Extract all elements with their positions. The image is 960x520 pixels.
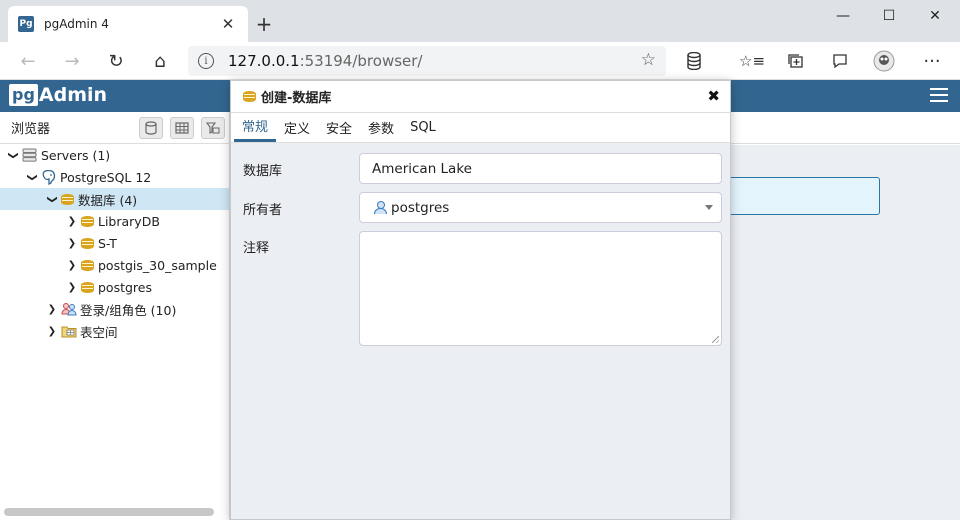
favorites-list-icon[interactable]: ☆≡ [739, 50, 765, 72]
pgadmin-logo: pg Admin [9, 84, 107, 106]
database-name-input[interactable]: American Lake [359, 153, 722, 184]
browser-panel-title: 浏览器 [11, 122, 51, 137]
tab-definition[interactable]: 定义 [276, 112, 318, 142]
owner-row: 所有者 postgres [231, 192, 730, 223]
url-host: 127.0.0.1 [228, 52, 300, 70]
tree-item-label: Servers (1) [41, 147, 111, 163]
chevron-right-icon[interactable]: ❯ [45, 326, 59, 337]
tree-item-label: postgres [98, 279, 152, 295]
owner-label: 所有者 [243, 203, 283, 218]
minimize-icon[interactable]: — [820, 0, 866, 32]
chevron-down-icon[interactable]: ❯ [8, 148, 19, 162]
database-icon [81, 259, 94, 272]
tree-item-label: postgis_30_sample [98, 257, 217, 273]
dialog-tabs: 常规 定义 安全 参数 SQL [231, 113, 730, 143]
tree-item-label: S-T [98, 235, 117, 251]
dialog-close-icon[interactable]: ✖ [707, 87, 720, 105]
horizontal-scrollbar[interactable] [4, 508, 214, 516]
browser-panel: 浏览器 ❯ Servers (1) ❯ PostgreSQL 12 ❯ 数据库 … [0, 112, 230, 520]
chevron-down-icon[interactable]: ❯ [27, 170, 38, 184]
database-name-row: 数据库 American Lake [231, 153, 730, 184]
browser-panel-header: 浏览器 [0, 112, 229, 144]
database-icon [81, 281, 94, 294]
filter-rows-icon[interactable] [201, 117, 225, 139]
database-icon [81, 215, 94, 228]
tab-security[interactable]: 安全 [318, 112, 360, 142]
profile-avatar[interactable] [872, 50, 896, 72]
chevron-right-icon[interactable]: ❯ [65, 260, 79, 271]
comment-textarea[interactable] [359, 231, 722, 346]
url-path: :53194/browser/ [299, 52, 423, 70]
chevron-down-icon[interactable]: ❯ [47, 192, 58, 206]
pgadmin-favicon-icon: Pg [18, 16, 34, 32]
chevron-right-icon[interactable]: ❯ [65, 216, 79, 227]
create-database-dialog: 创建-数据库 ✖ 常规 定义 安全 参数 SQL 数据库 American La… [230, 80, 731, 520]
tree-item-label: PostgreSQL 12 [60, 169, 152, 185]
tree-item-login-roles[interactable]: ❯ 登录/组角色 (10) [0, 298, 229, 320]
feedback-icon[interactable] [828, 50, 852, 72]
dialog-title: 创建-数据库 [261, 91, 332, 106]
login-roles-icon [61, 302, 77, 316]
tree-item-label: 表空间 [80, 324, 118, 340]
owner-value: postgres [391, 199, 450, 216]
tree-item-s-t[interactable]: ❯ S-T [0, 232, 229, 254]
tree-item-label: LibraryDB [98, 213, 160, 229]
tree-item-databases[interactable]: ❯ 数据库 (4) [0, 188, 229, 210]
tree-item-postgis-30-sample[interactable]: ❯ postgis_30_sample [0, 254, 229, 276]
url-field[interactable]: i 127.0.0.1:53194/browser/ ☆ [188, 46, 666, 76]
owner-select[interactable]: postgres [359, 192, 722, 223]
hamburger-menu-icon[interactable] [930, 88, 948, 102]
browser-tab[interactable]: Pg pgAdmin 4 ✕ [8, 6, 248, 42]
tablespaces-icon [61, 324, 77, 338]
resize-grip-icon[interactable] [712, 336, 719, 343]
site-info-icon[interactable]: i [198, 53, 214, 69]
chevron-right-icon[interactable]: ❯ [45, 304, 59, 315]
maximize-icon[interactable]: ☐ [866, 0, 912, 32]
database-extension-icon[interactable] [682, 50, 706, 72]
tree-item-tablespaces[interactable]: ❯ 表空间 [0, 320, 229, 342]
database-icon [81, 237, 94, 250]
tree-item-librarydb[interactable]: ❯ LibraryDB [0, 210, 229, 232]
forward-arrow-icon[interactable]: → [58, 48, 86, 74]
new-tab-icon[interactable]: + [252, 12, 276, 36]
home-icon[interactable]: ⌂ [146, 48, 174, 74]
database-icon [243, 90, 256, 103]
favorite-star-icon[interactable]: ☆ [641, 50, 656, 70]
comment-row: 注释 [231, 231, 730, 346]
tree-item-servers[interactable]: ❯ Servers (1) [0, 144, 229, 166]
query-tool-icon[interactable] [139, 117, 163, 139]
tab-parameters[interactable]: 参数 [360, 112, 402, 142]
tree-item-label: 数据库 (4) [78, 192, 138, 208]
tab-title: pgAdmin 4 [44, 17, 109, 31]
servers-icon [22, 148, 38, 162]
browser-tab-strip: Pg pgAdmin 4 ✕ + — ☐ ✕ [0, 0, 960, 42]
dialog-title-bar[interactable]: 创建-数据库 ✖ [231, 81, 730, 113]
database-icon [61, 193, 74, 206]
more-options-icon[interactable]: ··· [920, 50, 944, 72]
collections-icon[interactable] [784, 50, 808, 72]
tab-general[interactable]: 常规 [234, 112, 277, 142]
address-bar: ← → ↻ ⌂ i 127.0.0.1:53194/browser/ ☆ ☆≡ … [0, 42, 960, 80]
postgresql-elephant-icon [41, 169, 57, 186]
tab-close-icon[interactable]: ✕ [218, 15, 238, 33]
refresh-icon[interactable]: ↻ [102, 48, 130, 74]
chevron-right-icon[interactable]: ❯ [65, 238, 79, 249]
comment-label: 注释 [243, 241, 270, 256]
dropdown-caret-icon[interactable] [705, 205, 713, 210]
tree-item-label: 登录/组角色 (10) [80, 302, 177, 318]
back-arrow-icon[interactable]: ← [14, 48, 42, 74]
tab-sql[interactable]: SQL [402, 112, 444, 142]
tree-item-postgresql-12[interactable]: ❯ PostgreSQL 12 [0, 166, 229, 188]
view-data-icon[interactable] [170, 117, 194, 139]
window-close-icon[interactable]: ✕ [912, 0, 958, 32]
user-icon [374, 201, 387, 214]
database-name-label: 数据库 [243, 164, 283, 179]
chevron-right-icon[interactable]: ❯ [65, 282, 79, 293]
tree-item-postgres[interactable]: ❯ postgres [0, 276, 229, 298]
